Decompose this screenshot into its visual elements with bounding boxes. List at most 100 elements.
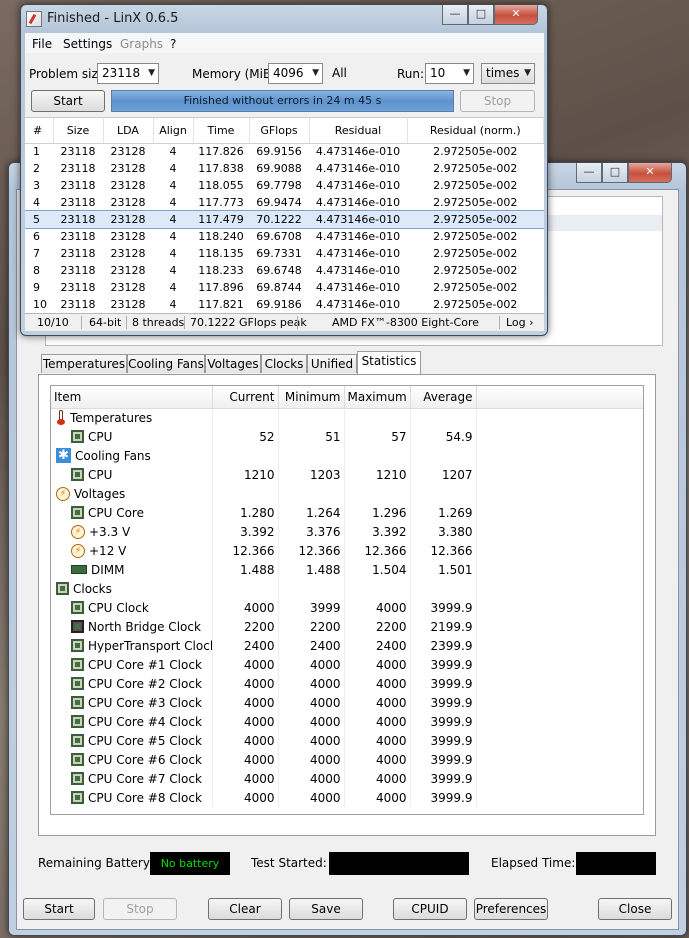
memory-combo[interactable]: 4096 ▼ [268, 63, 323, 84]
sensor-group-row[interactable]: ✱ Cooling Fans [51, 446, 643, 465]
sensor-name: CPU Core [88, 505, 144, 520]
sensor-name-cell: CPU Core #3 Clock [51, 693, 213, 712]
results-column-header[interactable]: Residual (norm.) [407, 118, 544, 144]
sensor-row[interactable]: DIMM 1.488 1.488 1.504 1.501 [51, 560, 643, 579]
result-cell: 23128 [110, 230, 146, 243]
log-button[interactable]: Log › [506, 316, 534, 329]
tab-unified[interactable]: Unified [307, 354, 357, 373]
all-memory-link[interactable]: All [332, 66, 347, 80]
maximize-button[interactable]: □ [602, 163, 628, 183]
sensor-min-cell: 4000 [278, 693, 345, 712]
sensor-row[interactable]: CPU Core #2 Clock 4000 4000 4000 3999.9 [51, 674, 643, 693]
filler-cell [476, 446, 643, 465]
sensor-row[interactable]: North Bridge Clock 2200 2200 2200 2199.9 [51, 617, 643, 636]
results-column-header[interactable]: Time [193, 118, 250, 144]
sensor-row[interactable]: CPU Core 1.280 1.264 1.296 1.269 [51, 503, 643, 522]
preferences-button[interactable]: Preferences [474, 898, 548, 920]
app-icon [26, 11, 42, 27]
results-column-header[interactable]: Align [153, 118, 194, 144]
close-window-button[interactable]: ✕ [628, 163, 672, 183]
chevron-down-icon: ▼ [312, 68, 319, 78]
tab-statistics[interactable]: Statistics [357, 351, 421, 374]
sensor-row[interactable]: CPU 1210 1203 1210 1207 [51, 465, 643, 484]
result-row[interactable]: 2 23118 23128 4 117.838 69.9088 4.473146e-010 2… [25, 160, 544, 177]
sensor-row[interactable]: CPU Core #6 Clock 4000 4000 4000 3999.9 [51, 750, 643, 769]
sensor-group-row[interactable]: Temperatures [51, 408, 643, 427]
result-row[interactable]: 10 23118 23128 4 117.821 69.9186 4.473146e-010… [25, 296, 544, 313]
start-button[interactable]: Start [31, 90, 105, 112]
sensor-row[interactable]: ⚡ +12 V 12.366 12.366 12.366 12.366 [51, 541, 643, 560]
result-cell: 117.896 [198, 281, 244, 294]
column-filler [476, 386, 643, 409]
result-row[interactable]: 4 23118 23128 4 117.773 69.9474 4.473146e-010 2… [25, 194, 544, 211]
sensor-row[interactable]: ⚡ +3.3 V 3.392 3.376 3.392 3.380 [51, 522, 643, 541]
fan-icon: ✱ [56, 448, 71, 463]
result-cell: 118.135 [198, 247, 244, 260]
column-minimum[interactable]: Minimum [278, 386, 345, 409]
result-cell: 117.773 [198, 196, 244, 209]
sensor-row[interactable]: CPU Core #5 Clock 4000 4000 4000 3999.9 [51, 731, 643, 750]
linx-maximize-button[interactable]: □ [468, 5, 494, 25]
clear-button[interactable]: Clear [208, 898, 282, 920]
sensor-group-row[interactable]: ⚡ Voltages [51, 484, 643, 503]
result-row[interactable]: 6 23118 23128 4 118.240 69.6708 4.473146e-010 2… [25, 228, 544, 245]
results-column-header[interactable]: Size [53, 118, 104, 144]
save-button[interactable]: Save [289, 898, 363, 920]
results-column-header[interactable]: # [25, 118, 54, 144]
result-row[interactable]: 7 23118 23128 4 118.135 69.7331 4.473146e-010 2… [25, 245, 544, 262]
column-current[interactable]: Current [212, 386, 279, 409]
sensor-row[interactable]: HyperTransport Clock 2400 2400 2400 2399.9 [51, 636, 643, 655]
sensor-row[interactable]: CPU Core #1 Clock 4000 4000 4000 3999.9 [51, 655, 643, 674]
linx-close-button[interactable]: ✕ [494, 5, 538, 25]
sensor-min-cell [278, 484, 345, 503]
monitor-start-button[interactable]: Start [23, 898, 95, 920]
stop-button[interactable]: Stop [460, 90, 535, 112]
monitor-stop-button[interactable]: Stop [103, 898, 177, 920]
test-started-label: Test Started: [251, 856, 327, 870]
chip-icon [71, 677, 84, 691]
cpuid-button[interactable]: CPUID [393, 898, 467, 920]
menu-settings[interactable]: Settings [63, 37, 112, 51]
monitor-close-button[interactable]: Close [598, 898, 672, 920]
result-cell: 118.240 [198, 230, 244, 243]
menu-file[interactable]: File [32, 37, 52, 51]
sensor-max-cell: 4000 [344, 598, 411, 617]
result-row[interactable]: 9 23118 23128 4 117.896 69.8744 4.473146e-010 2… [25, 279, 544, 296]
menu-help[interactable]: ? [170, 37, 176, 51]
sensor-name: CPU Core #7 Clock [88, 771, 202, 786]
tab-cooling-fans[interactable]: Cooling Fans [127, 354, 205, 373]
elapsed-time-label: Elapsed Time: [491, 856, 576, 870]
sensor-row[interactable]: CPU Core #3 Clock 4000 4000 4000 3999.9 [51, 693, 643, 712]
sensor-row[interactable]: CPU Core #7 Clock 4000 4000 4000 3999.9 [51, 769, 643, 788]
result-row[interactable]: 1 23118 23128 4 117.826 69.9156 4.473146e-010 2… [25, 143, 544, 160]
sensor-row[interactable]: CPU 52 51 57 54.9 [51, 427, 643, 446]
sensor-max-cell: 57 [344, 427, 411, 446]
sensor-row[interactable]: CPU Clock 4000 3999 4000 3999.9 [51, 598, 643, 617]
linx-minimize-button[interactable]: — [442, 5, 468, 25]
sensor-name-cell: CPU Core #8 Clock [51, 788, 213, 807]
tab-temperatures[interactable]: Temperatures [41, 354, 127, 373]
run-unit-combo[interactable]: times ▼ [481, 63, 535, 84]
results-column-header[interactable]: Residual [309, 118, 408, 144]
column-item[interactable]: Item [51, 386, 213, 409]
sensor-name-cell: ⚡ +3.3 V [51, 522, 213, 541]
column-maximum[interactable]: Maximum [344, 386, 411, 409]
column-average[interactable]: Average [410, 386, 477, 409]
sensor-row[interactable]: CPU Core #8 Clock 4000 4000 4000 3999.9 [51, 788, 643, 807]
result-row[interactable]: 8 23118 23128 4 118.233 69.6748 4.473146e-010 2… [25, 262, 544, 279]
tab-clocks[interactable]: Clocks [261, 354, 307, 373]
problem-size-combo[interactable]: 23118 ▼ [97, 63, 159, 84]
sensor-group-row[interactable]: Clocks [51, 579, 643, 598]
minimize-button[interactable]: — [576, 163, 602, 183]
memory-value: 4096 [273, 66, 304, 80]
results-column-header[interactable]: GFlops [249, 118, 310, 144]
tab-voltages[interactable]: Voltages [205, 354, 261, 373]
menu-graphs[interactable]: Graphs [120, 37, 163, 51]
run-count-combo[interactable]: 10 ▼ [425, 63, 474, 84]
chip-icon [71, 468, 84, 482]
sensor-row[interactable]: CPU Core #4 Clock 4000 4000 4000 3999.9 [51, 712, 643, 731]
result-row[interactable]: 3 23118 23128 4 118.055 69.7798 4.473146e-010 2… [25, 177, 544, 194]
result-row[interactable]: 5 23118 23128 4 117.479 70.1222 4.473146e-010 2… [25, 210, 544, 229]
results-column-header[interactable]: LDA [103, 118, 154, 144]
sensor-name-cell: CPU Clock [51, 598, 213, 617]
